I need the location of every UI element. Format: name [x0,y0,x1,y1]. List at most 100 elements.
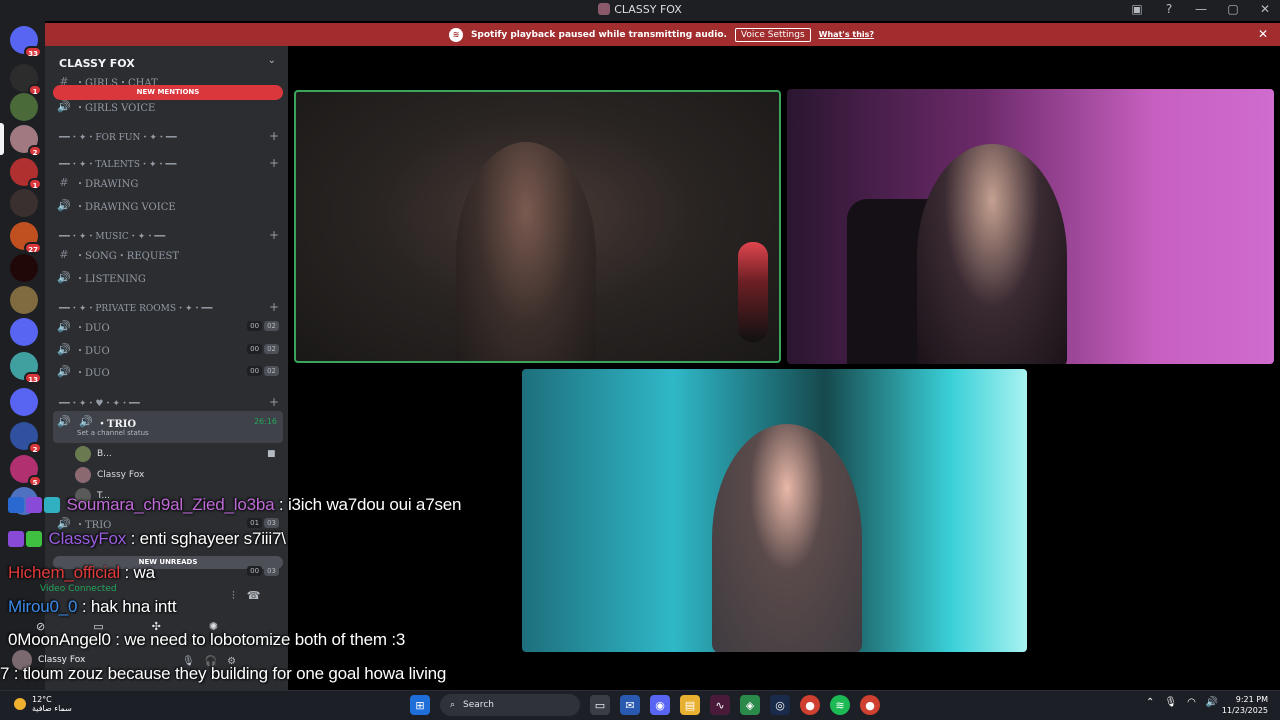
plus-icon[interactable]: + [269,300,279,314]
server-icon[interactable]: 33 [10,26,42,58]
server-icon[interactable]: 13 [10,352,42,384]
mention-badge: 1 [28,178,42,190]
server-list: 33 1 2 1 27 13 2 5 [0,21,45,690]
channel-drawing-voice[interactable]: 🔊 ・DRAWING VOICE [53,195,283,215]
inbox-icon[interactable]: ▣ [1130,2,1144,16]
mention-badge: 5 [28,475,42,487]
plus-icon[interactable]: + [269,156,279,170]
voice-connection-status[interactable]: Video Connected [40,584,117,594]
server-name[interactable]: CLASSY FOX [59,57,135,70]
clock[interactable]: 9:21 PM 11/23/2025 [1222,694,1268,716]
server-icon[interactable] [10,93,38,121]
file-explorer-icon[interactable]: ▤ [680,695,700,715]
chrome-icon[interactable]: ● [860,695,880,715]
server-icon[interactable]: 1 [10,64,42,96]
spotify-icon[interactable]: ≋ [830,695,850,715]
server-icon[interactable] [10,189,38,217]
steam-icon[interactable]: ◎ [770,695,790,715]
speaker-icon: 🔊 [57,364,71,378]
avatar [75,446,91,462]
speaker-icon: 🔊 [57,99,71,113]
wifi-icon[interactable]: ◠ [1187,697,1196,708]
plus-icon[interactable]: + [269,395,279,409]
user-count: 00 02 [247,366,279,376]
channel-girls-voice[interactable]: 🔊 ・GIRLS VOICE [53,96,283,116]
voice-user[interactable]: B... ■ [75,445,276,463]
server-icon[interactable] [10,318,38,346]
category-for-fun[interactable]: ━━・✦・FOR FUN・✦・━━ + [53,126,283,146]
server-icon[interactable] [10,286,38,314]
channel-duo[interactable]: 🔊 ・DUO 00 02 [53,316,283,336]
channel-status[interactable]: Set a channel status [77,429,149,437]
speaker-icon: 🔊 [57,319,71,333]
help-icon[interactable]: ? [1162,2,1176,16]
microphone-icon[interactable]: 🎙 [1164,697,1177,708]
close-banner-icon[interactable]: ✕ [1258,27,1268,41]
whats-this-link[interactable]: What's this? [819,30,874,39]
category-music[interactable]: ━━・✦・MUSIC・✦・━━ + [53,225,283,245]
channel-trio-active[interactable]: 🔊 🔊 ・TRIO Set a channel status 26:16 [53,411,283,443]
mention-badge: 2 [28,442,42,454]
server-icon[interactable] [10,388,38,416]
channel-song-request[interactable]: # ・SONG・REQUEST [53,244,283,264]
taskbar-apps: ⊞ ⌕ Search ▭ ✉ ◉ ▤ ∿ ◈ ◎ ● ≋ ● [410,694,880,716]
server-icon[interactable] [10,254,38,282]
discord-icon[interactable]: ◉ [650,695,670,715]
plus-icon[interactable]: + [269,228,279,242]
plus-icon[interactable]: + [269,129,279,143]
user-count: 00 02 [247,344,279,354]
call-timer: 26:16 [253,417,277,426]
spotify-icon: ≋ [448,27,463,42]
video-tile[interactable] [787,89,1274,364]
search-box[interactable]: ⌕ Search [440,694,580,716]
app-icon[interactable]: ◈ [740,695,760,715]
maximize-button[interactable]: ▢ [1226,2,1240,16]
server-icon[interactable]: 2 [10,422,42,454]
video-tile-speaking[interactable] [294,90,781,363]
participant-video [456,142,596,361]
volume-icon[interactable]: 🔊 [1206,697,1218,708]
chat-message: Soumara_ch9al_Zied_lo3ba : i3ich wa7dou … [8,495,461,515]
server-icon[interactable]: 27 [10,222,42,254]
category-private-rooms[interactable]: ━━・✦・PRIVATE ROOMS・✦・━━ + [53,297,283,317]
server-icon[interactable]: 5 [10,455,42,487]
video-tile[interactable] [522,369,1027,652]
chevron-down-icon[interactable]: ⌄ [268,55,276,66]
noise-suppression-icon[interactable]: ⫶ [232,589,235,603]
speaker-icon: 🔊 [79,415,93,428]
chat-message: Hichem_official : wa [8,563,155,582]
microphone-prop [738,242,768,342]
channel-drawing[interactable]: # ・DRAWING [53,172,283,192]
app-icon[interactable]: ∿ [710,695,730,715]
close-button[interactable]: ✕ [1258,2,1272,16]
participant-video [712,424,862,652]
voice-settings-button[interactable]: Voice Settings [734,27,811,42]
task-view-icon[interactable]: ▭ [590,695,610,715]
disconnect-icon[interactable]: ☎ [247,589,261,603]
selected-server-indicator [0,123,4,155]
window-controls: ▣ ? — ▢ ✕ [1130,2,1272,16]
category-heart[interactable]: ━━・✦・♥・✦・━━ + [53,392,283,412]
chevron-up-icon[interactable]: ⌃ [1146,697,1154,708]
channel-listening[interactable]: 🔊 ・LISTENING [53,267,283,287]
hash-icon: # [59,175,69,189]
minimize-button[interactable]: — [1194,2,1208,16]
outlook-icon[interactable]: ✉ [620,695,640,715]
avatar [75,467,91,483]
category-talents[interactable]: ━━・✦・TALENTS・✦・━━ + [53,153,283,173]
spotify-notice-banner: ≋ Spotify playback paused while transmit… [43,23,1280,46]
server-icon[interactable]: 2 [10,125,42,157]
search-icon: ⌕ [450,700,456,710]
user-count: 00 03 [247,566,279,576]
voice-user[interactable]: Classy Fox [75,466,144,484]
channel-duo[interactable]: 🔊 ・DUO 00 02 [53,339,283,359]
chat-message: Mirou0_0 : hak hna intt [8,597,177,616]
windows-start-icon[interactable]: ⊞ [410,695,430,715]
chrome-icon[interactable]: ● [800,695,820,715]
windows-taskbar: 12°C سماء صافية ⊞ ⌕ Search ▭ ✉ ◉ ▤ ∿ ◈ ◎… [0,690,1280,720]
weather-widget[interactable]: 12°C سماء صافية [14,695,72,713]
channel-duo[interactable]: 🔊 ・DUO 00 02 [53,361,283,381]
mention-badge: 13 [24,372,42,384]
server-icon[interactable]: 1 [10,158,42,190]
user-count: 01 03 [247,518,279,528]
